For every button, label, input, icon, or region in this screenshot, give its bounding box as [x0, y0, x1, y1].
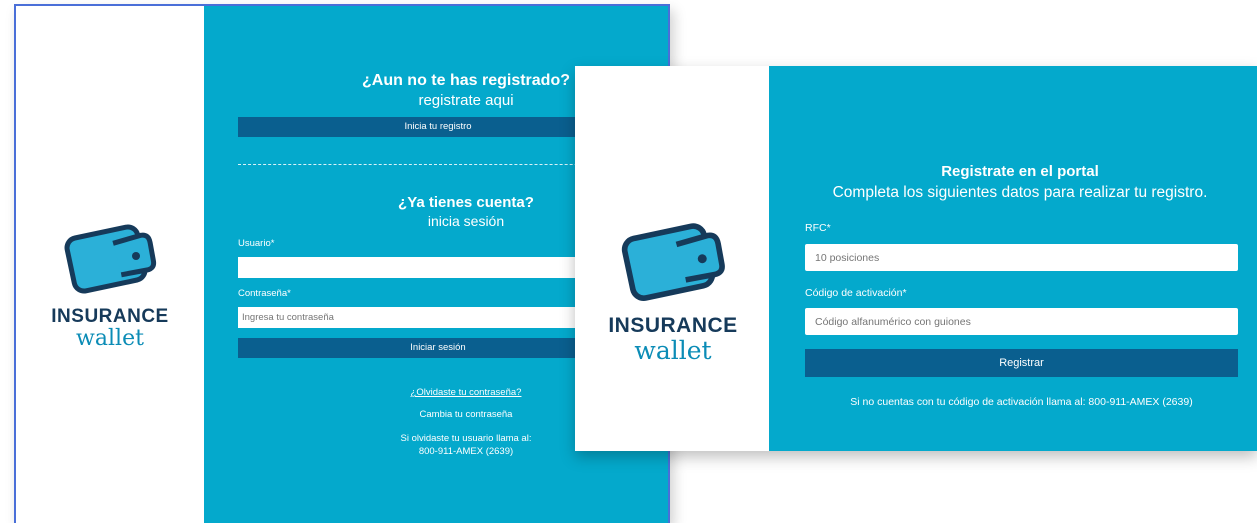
rfc-input[interactable] — [805, 244, 1238, 271]
wallet-icon — [621, 223, 725, 301]
registration-heading: Registrate en el portal — [941, 163, 1099, 180]
registration-subheading: Completa los siguientes datos para reali… — [832, 184, 1208, 201]
brand-name-bottom: wallet — [634, 336, 712, 365]
activation-help-text: Si no cuentas con tu código de activació… — [850, 396, 1193, 408]
activation-code-label: Código de activación* — [805, 287, 907, 299]
registration-panel: INSURANCE wallet Registrate en el portal… — [575, 66, 1257, 451]
brand-name-top: INSURANCE — [608, 314, 738, 337]
login-panel: INSURANCE wallet ¿Aun no te has registra… — [14, 4, 670, 523]
insurance-wallet-logo: INSURANCE wallet — [583, 216, 763, 363]
register-button[interactable]: Registrar — [805, 349, 1238, 377]
brand-name-bottom: wallet — [76, 326, 144, 351]
login-logo-column: INSURANCE wallet — [16, 6, 204, 523]
activation-code-input[interactable] — [805, 308, 1238, 335]
wallet-icon — [64, 224, 157, 294]
brand-name-top: INSURANCE — [51, 306, 169, 327]
registration-logo-column: INSURANCE wallet — [575, 66, 769, 451]
insurance-wallet-logo: INSURANCE wallet — [30, 218, 190, 350]
password-label: Contraseña* — [238, 288, 291, 299]
user-label: Usuario* — [238, 238, 275, 249]
rfc-label: RFC* — [805, 222, 831, 234]
